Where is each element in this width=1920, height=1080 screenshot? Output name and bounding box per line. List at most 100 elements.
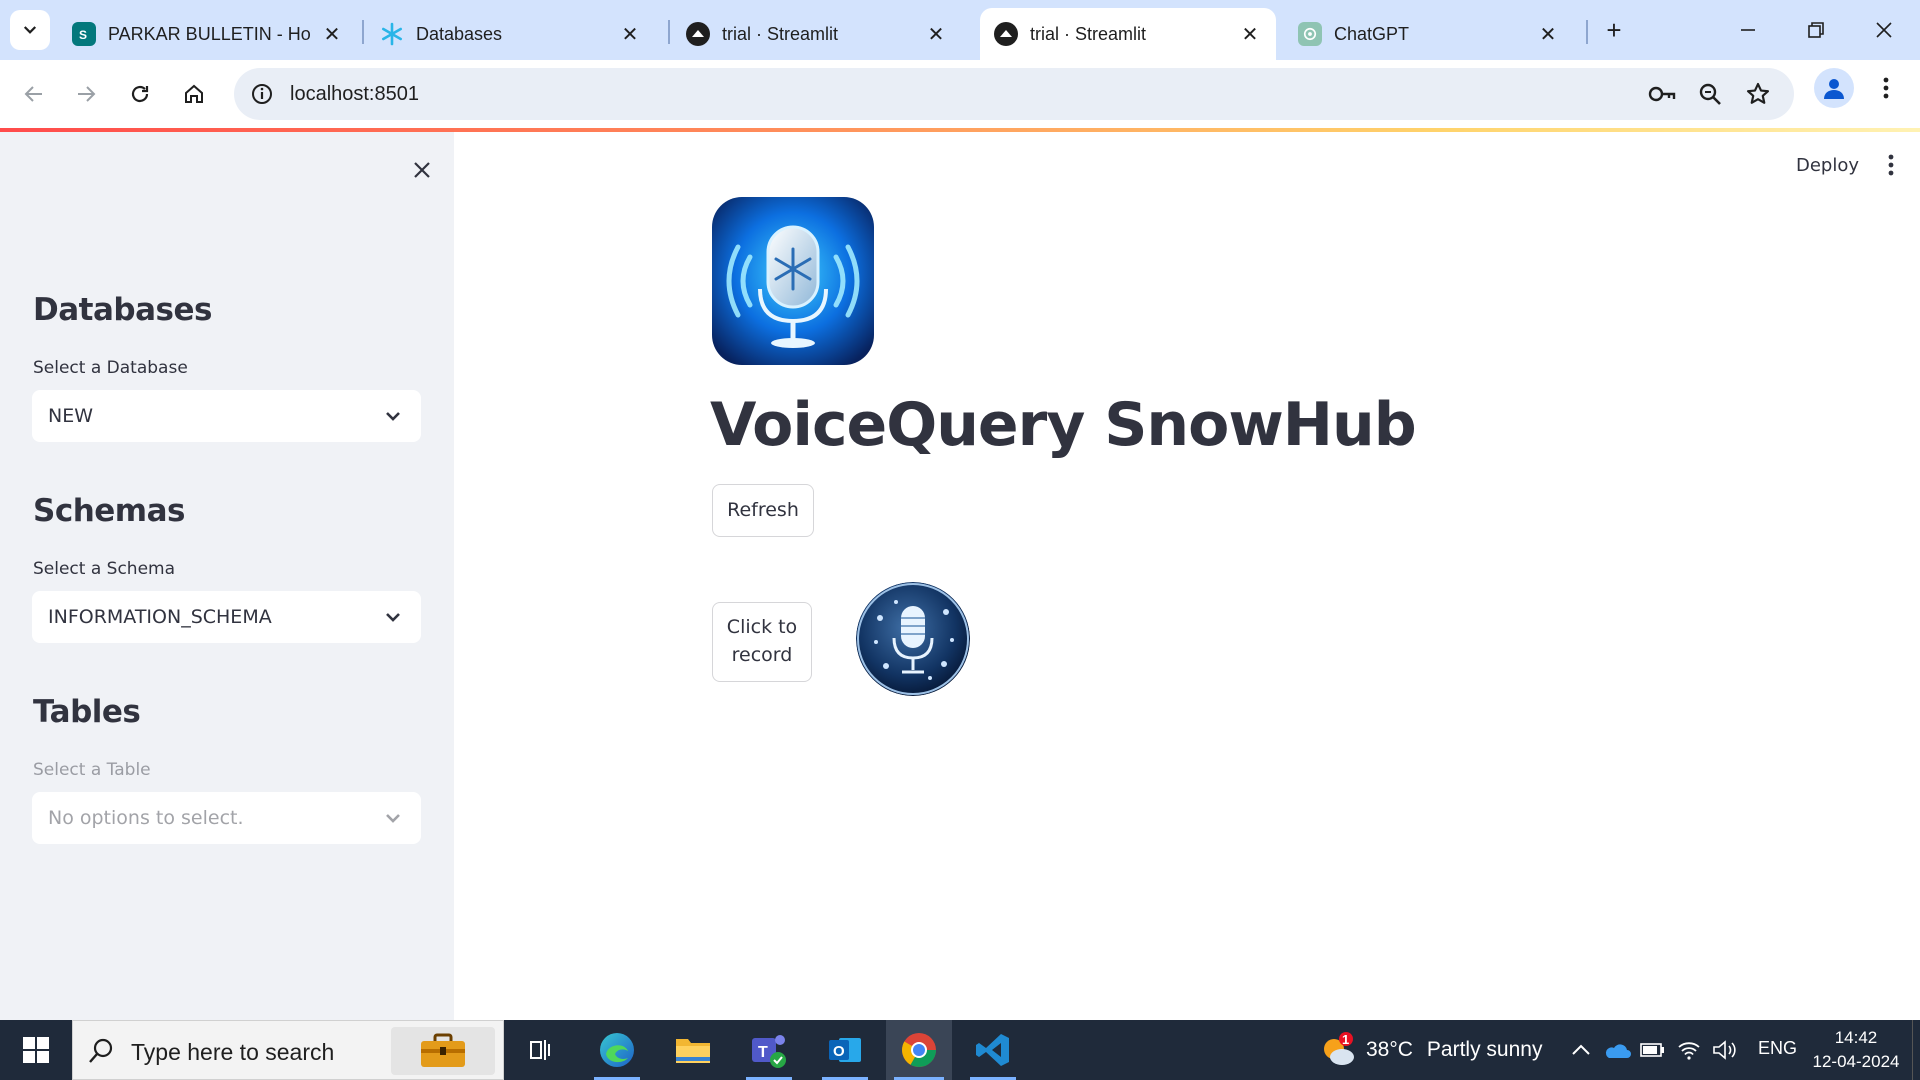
tab-trial-streamlit-1[interactable]: trial · Streamlit ✕	[672, 8, 962, 60]
more-vertical-icon	[1883, 77, 1889, 99]
page-title: VoiceQuery SnowHub	[710, 390, 1417, 460]
reload-button[interactable]	[118, 72, 162, 116]
restore-icon	[1808, 22, 1824, 38]
task-view-button[interactable]	[510, 1020, 572, 1080]
taskbar-search-box[interactable]: Type here to search	[72, 1020, 504, 1080]
streamlit-icon	[994, 22, 1018, 46]
sidebar: Databases Select a Database NEW Schemas …	[0, 132, 454, 1020]
svg-text:O: O	[833, 1043, 845, 1060]
arrow-right-icon	[78, 86, 96, 102]
deploy-button[interactable]: Deploy	[1784, 150, 1871, 180]
tab-search-button[interactable]	[10, 10, 50, 50]
teams-icon: T	[752, 1035, 786, 1068]
chevron-down-icon	[386, 412, 400, 421]
taskbar-search-placeholder: Type here to search	[131, 1039, 335, 1065]
start-button[interactable]	[0, 1020, 72, 1080]
chrome-icon	[902, 1033, 936, 1067]
chevron-down-icon	[386, 814, 400, 823]
tab-title: trial · Streamlit	[722, 23, 839, 44]
briefcase-icon[interactable]	[391, 1027, 495, 1075]
tab-chatgpt[interactable]: ChatGPT ✕	[1284, 8, 1574, 60]
browser-toolbar: localhost:8501	[0, 60, 1920, 128]
weather-widget[interactable]: 1 38°C Partly sunny	[1318, 1030, 1542, 1070]
close-tab-icon[interactable]: ✕	[924, 22, 948, 46]
outlook-icon: O	[829, 1038, 861, 1062]
close-tab-icon[interactable]: ✕	[1536, 22, 1560, 46]
taskbar-vscode[interactable]	[962, 1020, 1024, 1080]
sidebar-close-button[interactable]	[404, 152, 440, 188]
tab-title: ChatGPT	[1334, 23, 1410, 44]
language-indicator[interactable]: ENG	[1758, 1038, 1797, 1059]
taskbar-edge[interactable]	[586, 1020, 648, 1080]
password-key-icon[interactable]	[1646, 78, 1678, 110]
svg-text:T: T	[758, 1044, 768, 1061]
sharepoint-icon: S	[72, 22, 96, 46]
close-tab-icon[interactable]: ✕	[618, 22, 642, 46]
show-desktop-button[interactable]	[1912, 1020, 1920, 1080]
database-select-label: Select a Database	[33, 358, 188, 378]
close-tab-icon[interactable]: ✕	[320, 22, 344, 46]
volume-icon[interactable]	[1710, 1034, 1740, 1066]
schema-select-label: Select a Schema	[33, 559, 176, 579]
taskbar-outlook[interactable]: O	[814, 1020, 876, 1080]
new-tab-button[interactable]: +	[1598, 14, 1630, 46]
folder-icon	[676, 1039, 710, 1063]
close-icon	[414, 162, 430, 178]
clock-time: 14:42	[1834, 1028, 1878, 1047]
minimize-icon	[1741, 29, 1755, 31]
back-button[interactable]	[12, 72, 56, 116]
zoom-icon[interactable]	[1694, 78, 1726, 110]
home-button[interactable]	[172, 72, 216, 116]
streamlit-icon	[686, 22, 710, 46]
wifi-icon[interactable]	[1674, 1034, 1704, 1066]
clock[interactable]: 14:42 12-04-2024	[1804, 1026, 1908, 1074]
profile-avatar[interactable]	[1814, 68, 1854, 108]
onedrive-icon[interactable]	[1602, 1034, 1632, 1066]
weather-badge: 1	[1342, 1032, 1350, 1047]
browser-tab-strip: S PARKAR BULLETIN - Hom ✕ Databases ✕ tr…	[0, 0, 1920, 60]
tab-separator	[668, 20, 670, 44]
show-hidden-icons-button[interactable]	[1566, 1034, 1596, 1066]
restore-button[interactable]	[1786, 8, 1846, 52]
arrow-left-icon	[24, 86, 42, 102]
table-select-label: Select a Table	[33, 760, 151, 780]
vscode-icon	[976, 1034, 1009, 1066]
close-tab-icon[interactable]: ✕	[1238, 22, 1262, 46]
windows-logo-icon	[23, 1037, 49, 1063]
close-icon	[1876, 22, 1892, 38]
tab-separator	[1586, 20, 1588, 44]
tab-separator	[362, 20, 364, 44]
app-menu-button[interactable]	[1876, 150, 1906, 180]
microphone-image[interactable]	[856, 582, 970, 696]
weather-condition: Partly sunny	[1426, 1038, 1543, 1061]
tab-trial-streamlit-2[interactable]: trial · Streamlit ✕	[980, 8, 1276, 60]
database-select[interactable]: NEW	[32, 390, 421, 442]
bookmark-star-icon[interactable]	[1742, 78, 1774, 110]
snowflake-icon	[380, 22, 404, 46]
url-text[interactable]: localhost:8501	[290, 83, 419, 106]
tab-parkar-bulletin[interactable]: S PARKAR BULLETIN - Hom ✕	[58, 8, 358, 60]
taskbar-chrome[interactable]	[886, 1020, 952, 1080]
browser-menu-button[interactable]	[1874, 70, 1898, 106]
refresh-button[interactable]: Refresh	[712, 484, 814, 537]
site-info-icon[interactable]	[248, 80, 276, 108]
taskbar-teams[interactable]: T	[738, 1020, 800, 1080]
schema-select-value: INFORMATION_SCHEMA	[48, 606, 272, 628]
table-select[interactable]: No options to select.	[32, 792, 421, 844]
close-window-button[interactable]	[1854, 8, 1914, 52]
schema-select[interactable]: INFORMATION_SCHEMA	[32, 591, 421, 643]
schemas-heading: Schemas	[33, 493, 185, 529]
minimize-button[interactable]	[1718, 8, 1778, 52]
partly-sunny-icon	[1324, 1032, 1354, 1065]
forward-button[interactable]	[64, 72, 108, 116]
address-bar[interactable]: localhost:8501	[234, 68, 1794, 120]
record-button[interactable]: Click to record	[712, 602, 812, 682]
tab-title: trial · Streamlit	[1030, 23, 1147, 44]
taskbar-file-explorer[interactable]	[662, 1020, 724, 1080]
tab-databases[interactable]: Databases ✕	[366, 8, 656, 60]
more-vertical-icon	[1888, 154, 1894, 176]
table-select-placeholder: No options to select.	[48, 807, 244, 829]
home-icon	[185, 84, 203, 103]
battery-icon[interactable]	[1638, 1034, 1668, 1066]
search-icon	[89, 1038, 113, 1063]
